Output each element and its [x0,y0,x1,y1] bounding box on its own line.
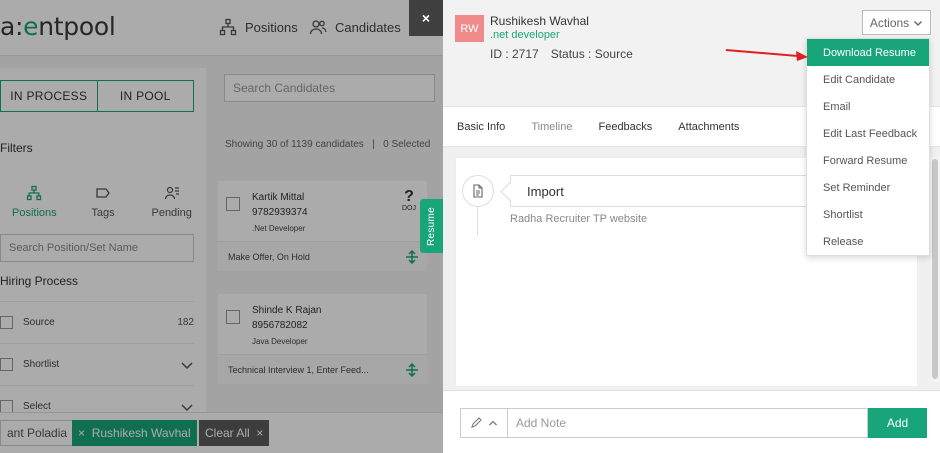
note-composer: Add Note Add [443,390,940,453]
pointer-arrow-icon [725,49,808,61]
timeline-connector [477,207,478,235]
document-icon [473,184,483,198]
resume-tab[interactable]: Resume [420,199,443,253]
actions-label: Actions [869,15,910,30]
tab-attachments[interactable]: Attachments [678,121,739,133]
scrollbar-thumb[interactable] [932,159,938,379]
actions-menu: Download Resume Edit Candidate Email Edi… [806,38,930,256]
candidate-role: .net developer [490,29,560,41]
modal-backdrop[interactable] [0,0,443,453]
pencil-icon [470,417,482,428]
tab-feedbacks[interactable]: Feedbacks [598,121,652,133]
add-note-input[interactable]: Add Note [508,408,868,438]
chevron-up-icon [488,420,497,426]
panel-scrollbar[interactable] [930,157,940,382]
close-icon: × [421,10,431,26]
resume-tab-label: Resume [426,206,438,246]
menu-item-download-resume[interactable]: Download Resume [807,39,929,66]
close-drawer-button[interactable]: × [409,0,443,36]
menu-item-set-reminder[interactable]: Set Reminder [807,174,929,201]
actions-button[interactable]: Actions [862,10,931,35]
timeline-event-source: Radha Recruiter TP website [510,213,648,225]
menu-item-forward-resume[interactable]: Forward Resume [807,147,929,174]
timeline-event-title: Import [527,183,564,199]
timeline-event: Import [510,175,840,207]
menu-item-edit-last-feedback[interactable]: Edit Last Feedback [807,120,929,147]
tab-timeline[interactable]: Timeline [531,121,572,133]
menu-item-edit-candidate[interactable]: Edit Candidate [807,66,929,93]
menu-item-shortlist[interactable]: Shortlist [807,201,929,228]
menu-item-release[interactable]: Release [807,228,929,255]
candidate-status: Status : Source [550,47,633,61]
menu-item-email[interactable]: Email [807,93,929,120]
note-type-dropdown[interactable] [460,408,508,438]
candidate-name: Rushikesh Wavhal [490,14,589,28]
avatar: RW [455,15,484,42]
tab-basic-info[interactable]: Basic Info [457,121,505,133]
add-note-button[interactable]: Add [868,408,927,438]
timeline-node [462,175,494,207]
candidate-id: ID : 2717 [490,47,539,61]
chevron-down-icon [914,20,923,26]
candidate-meta: ID : 2717 Status : Source [490,47,633,61]
